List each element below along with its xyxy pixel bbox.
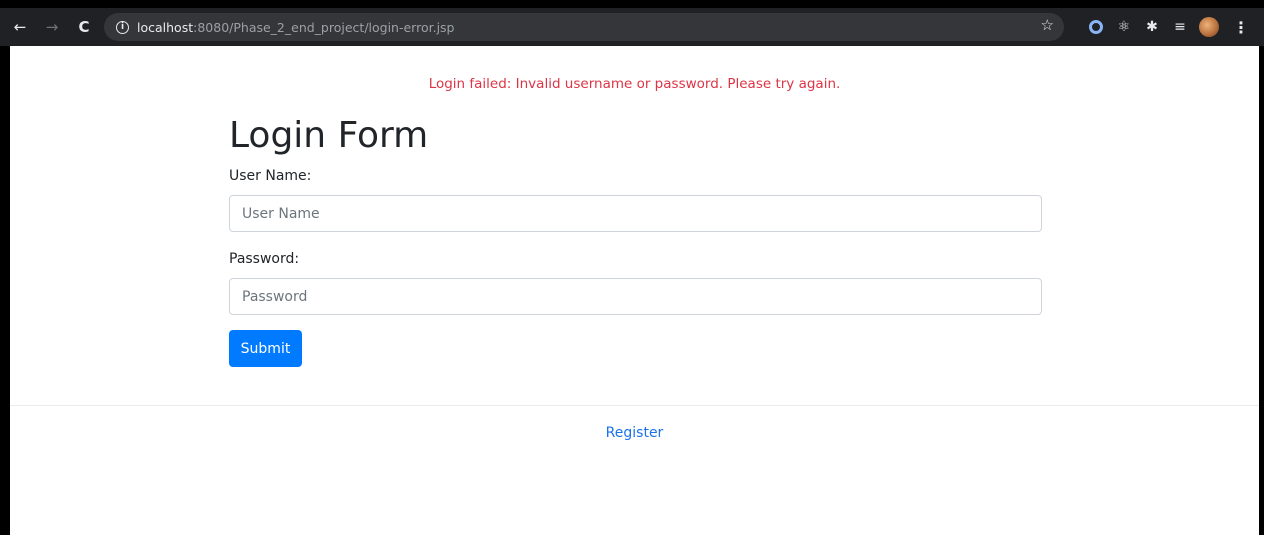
extensions-button[interactable]: ✱ xyxy=(1139,8,1165,46)
media-queue-button[interactable]: ≡ xyxy=(1167,8,1193,46)
menu-dots-icon: ⋮ xyxy=(1233,17,1249,37)
browser-toolbar: ← → C i localhost:8080/Phase_2_end_proje… xyxy=(0,8,1264,46)
url-host: localhost xyxy=(137,19,194,35)
password-input[interactable] xyxy=(229,278,1042,315)
circle-extension-icon xyxy=(1089,20,1103,34)
avatar xyxy=(1199,17,1219,37)
page-viewport: Login failed: Invalid username or passwo… xyxy=(10,46,1259,535)
profile-button[interactable] xyxy=(1196,8,1222,46)
footer-divider xyxy=(10,405,1259,406)
error-message: Login failed: Invalid username or passwo… xyxy=(428,76,841,92)
browser-window: ← → C i localhost:8080/Phase_2_end_proje… xyxy=(0,0,1264,535)
submit-button[interactable]: Submit xyxy=(229,330,302,367)
url-path: :8080/Phase_2_end_project/login-error.js… xyxy=(193,19,455,35)
media-queue-icon: ≡ xyxy=(1174,19,1186,35)
page-title: Login Form xyxy=(229,115,429,156)
circle-extension-button[interactable] xyxy=(1083,8,1109,46)
register-link[interactable]: Register xyxy=(606,425,664,441)
browser-menu-button[interactable]: ⋮ xyxy=(1228,8,1254,46)
react-devtools-button[interactable]: ⚛ xyxy=(1111,8,1137,46)
username-label: User Name: xyxy=(229,168,312,184)
forward-button[interactable]: → xyxy=(40,8,64,46)
address-bar[interactable]: i localhost:8080/Phase_2_end_project/log… xyxy=(104,13,1064,41)
back-arrow-icon: ← xyxy=(13,18,27,36)
back-button[interactable]: ← xyxy=(8,8,32,46)
react-icon: ⚛ xyxy=(1117,19,1131,35)
username-input[interactable] xyxy=(229,195,1042,232)
forward-arrow-icon: → xyxy=(45,18,59,36)
reload-icon: C xyxy=(78,18,90,36)
site-info-icon[interactable]: i xyxy=(116,20,129,34)
bookmark-star-icon[interactable]: ☆ xyxy=(1041,16,1054,34)
url-text[interactable]: localhost:8080/Phase_2_end_project/login… xyxy=(137,20,1064,35)
password-label: Password: xyxy=(229,251,300,267)
reload-button[interactable]: C xyxy=(72,8,96,46)
register-container: Register xyxy=(10,425,1259,441)
puzzle-icon: ✱ xyxy=(1146,19,1158,35)
